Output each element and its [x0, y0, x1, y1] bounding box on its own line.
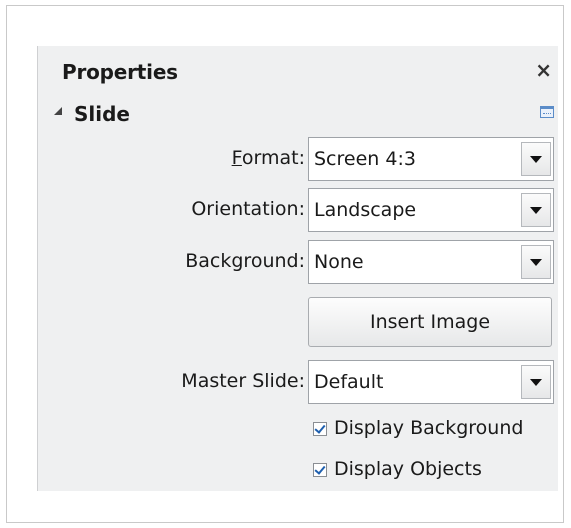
- insert-image-button[interactable]: Insert Image: [308, 297, 552, 347]
- orientation-combobox[interactable]: Landscape: [308, 188, 554, 232]
- panel-title-bar: Properties ×: [38, 46, 558, 96]
- background-value: None: [314, 251, 364, 273]
- master-slide-combobox[interactable]: Default: [308, 360, 554, 404]
- format-label: Format:: [232, 147, 305, 169]
- master-slide-label: Master Slide:: [181, 370, 305, 392]
- background-combobox[interactable]: None: [308, 240, 554, 284]
- display-objects-checkbox[interactable]: [313, 463, 327, 477]
- chevron-down-icon[interactable]: [521, 365, 551, 399]
- chevron-down-icon[interactable]: [521, 142, 551, 176]
- collapse-arrow-icon[interactable]: [54, 107, 62, 115]
- format-combobox[interactable]: Screen 4:3: [308, 137, 554, 181]
- format-label-rest: ormat:: [241, 147, 305, 169]
- format-row: Format: Screen 4:3: [38, 137, 558, 181]
- panel-title: Properties: [62, 60, 178, 84]
- master-slide-row: Master Slide: Default: [38, 360, 558, 404]
- chevron-down-icon[interactable]: [521, 245, 551, 279]
- close-icon[interactable]: ×: [535, 60, 552, 80]
- chevron-down-icon[interactable]: [521, 193, 551, 227]
- background-label: Background:: [185, 250, 305, 272]
- orientation-label: Orientation:: [191, 198, 305, 220]
- properties-panel: Properties × Slide Format: Screen 4:3 Or…: [37, 46, 558, 491]
- section-title[interactable]: Slide: [74, 102, 130, 126]
- orientation-row: Orientation: Landscape: [38, 188, 558, 232]
- window-frame: Properties × Slide Format: Screen 4:3 Or…: [6, 5, 564, 523]
- background-row: Background: None: [38, 240, 558, 284]
- more-options-icon[interactable]: [540, 106, 554, 118]
- display-background-label[interactable]: Display Background: [334, 417, 523, 439]
- slide-section-header[interactable]: Slide: [38, 96, 558, 132]
- orientation-value: Landscape: [314, 199, 417, 221]
- format-value: Screen 4:3: [314, 148, 416, 170]
- display-background-checkbox[interactable]: [313, 422, 327, 436]
- format-label-mnemonic: F: [231, 147, 242, 169]
- master-slide-value: Default: [314, 371, 384, 393]
- display-objects-label[interactable]: Display Objects: [334, 458, 482, 480]
